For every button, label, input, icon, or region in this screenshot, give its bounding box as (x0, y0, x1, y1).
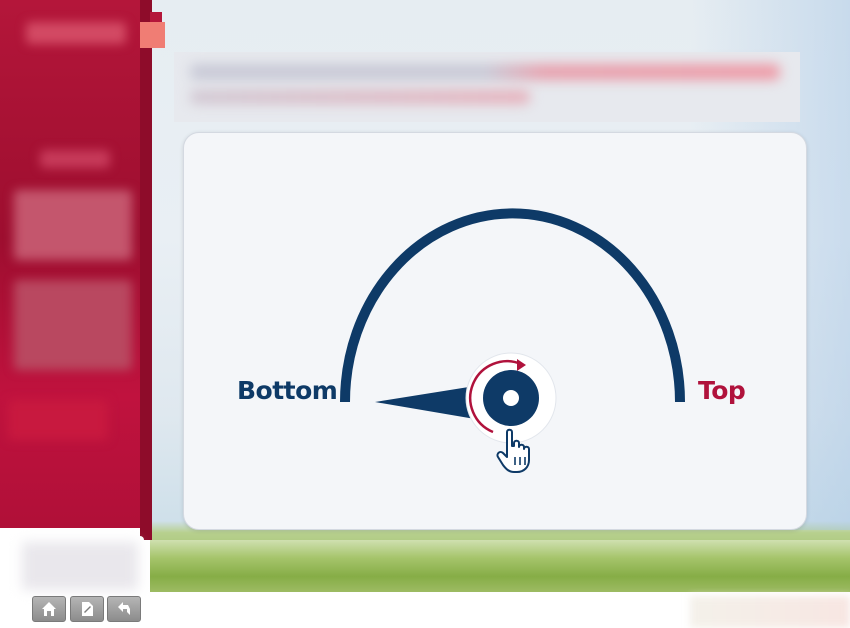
page-title-blurred (190, 64, 780, 80)
gauge-label-top: Top (698, 376, 746, 405)
notes-button[interactable] (70, 596, 104, 622)
gauge-label-bottom: Bottom (237, 376, 338, 405)
page-subtitle-blurred (190, 90, 530, 104)
sidebar-tab[interactable] (140, 22, 165, 48)
sidebar-blurred-menu[interactable] (14, 280, 132, 370)
home-button[interactable] (32, 596, 66, 622)
home-icon (42, 602, 56, 616)
sidebar-blurred-item (8, 400, 108, 440)
footer-logo-blurred (22, 542, 138, 590)
sidebar-blurred-menu[interactable] (14, 190, 132, 260)
sidebar (0, 0, 152, 528)
notes-icon (82, 602, 93, 616)
back-arrow-icon (118, 602, 130, 615)
page-header (174, 52, 800, 122)
gauge-needle[interactable] (375, 386, 475, 419)
sidebar-spine (140, 0, 152, 540)
sidebar-blurred-title (26, 22, 126, 44)
gauge-knob-center (503, 390, 519, 406)
sidebar-blurred-item (40, 150, 110, 168)
sidebar-notch (150, 12, 162, 22)
back-button[interactable] (107, 596, 141, 622)
gauge-dial (340, 208, 685, 473)
corner-blurred-element (690, 596, 850, 628)
background-grass (150, 540, 850, 592)
